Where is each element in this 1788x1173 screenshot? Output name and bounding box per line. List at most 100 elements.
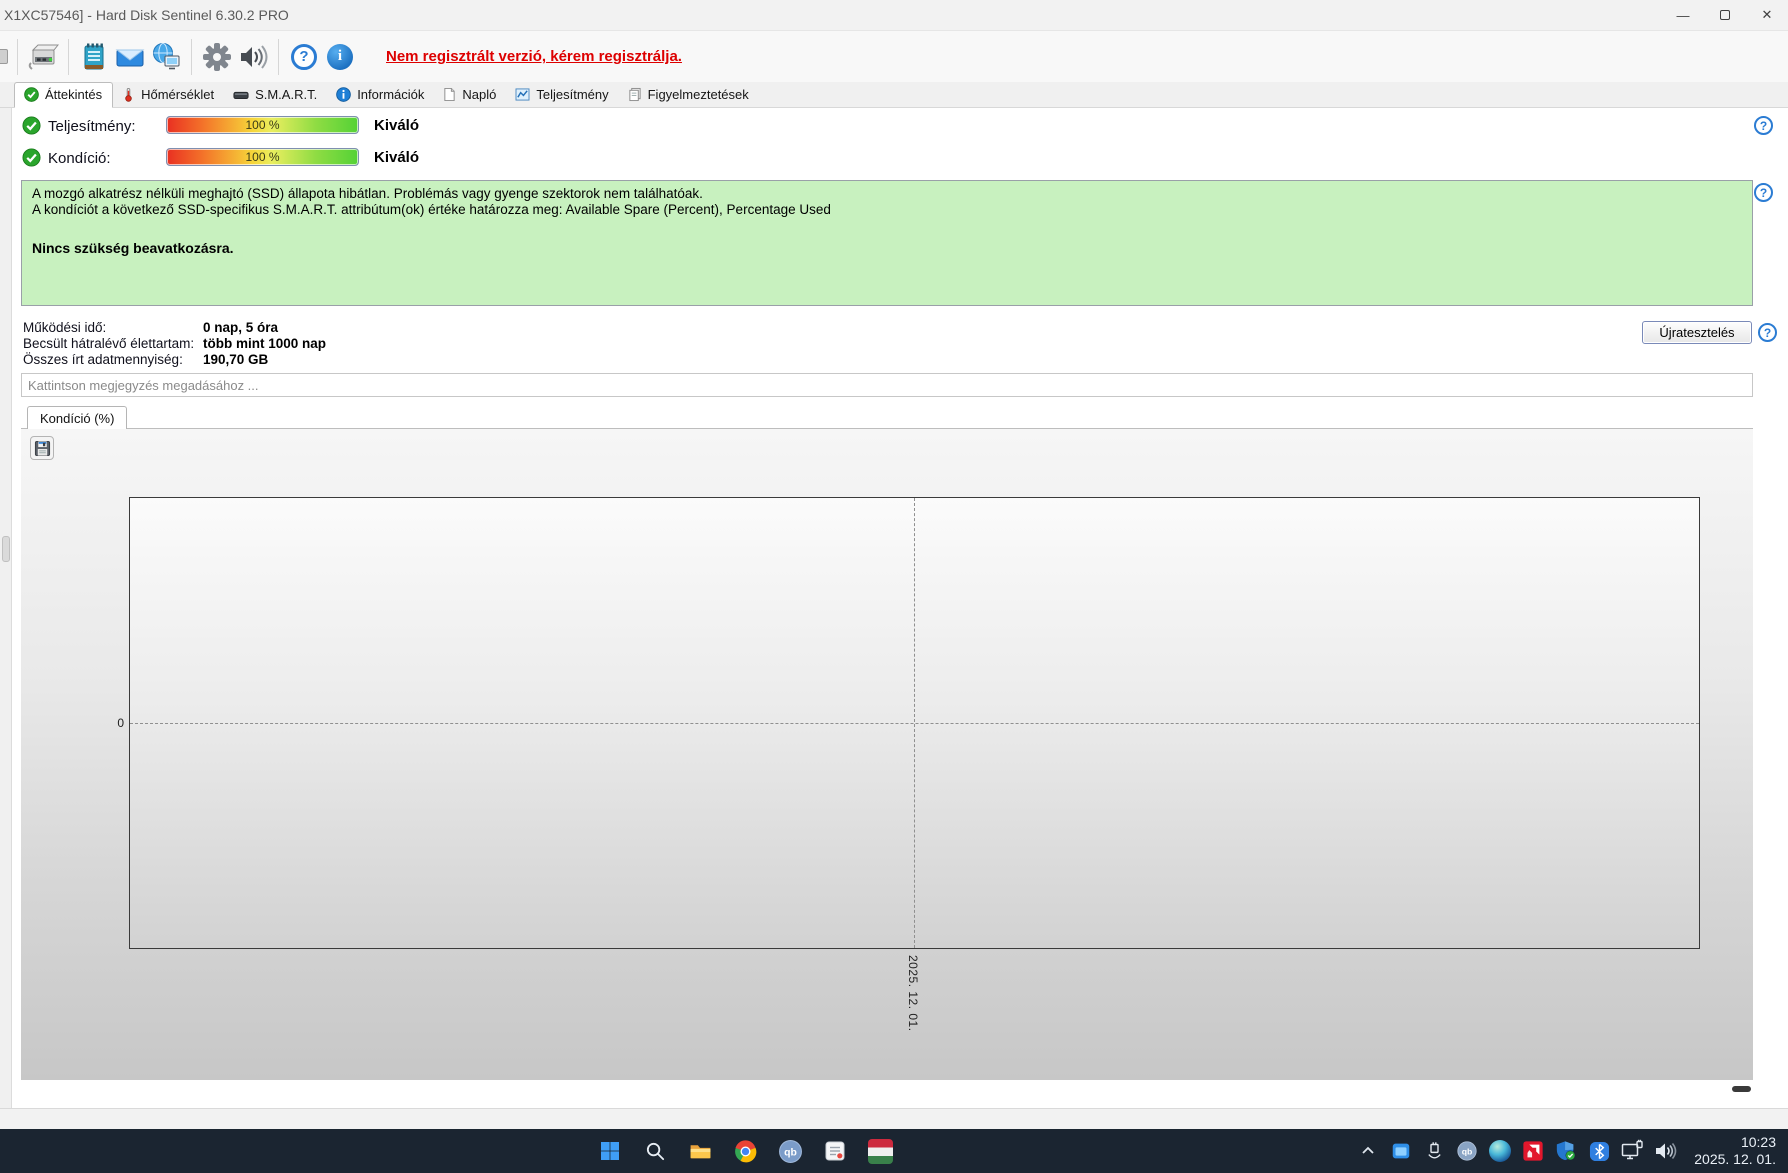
windows-taskbar: qb qb 10:23 2025. 12. 01.	[0, 1129, 1788, 1173]
performance-help-icon[interactable]: ?	[1754, 116, 1773, 135]
tray-swirl-app-button[interactable]	[1488, 1139, 1512, 1163]
maximize-icon	[1720, 10, 1730, 20]
tray-volume-button[interactable]	[1653, 1139, 1677, 1163]
title-bar: X1XC57546] - Hard Disk Sentinel 6.30.2 P…	[0, 0, 1788, 30]
tray-security-button[interactable]	[1554, 1139, 1578, 1163]
tab-homerseklet[interactable]: Hőmérséklet	[113, 83, 224, 107]
retest-help-icon[interactable]: ?	[1758, 323, 1777, 342]
save-graph-button[interactable]	[30, 436, 54, 460]
chrome-icon	[734, 1139, 756, 1162]
folder-icon	[690, 1144, 710, 1158]
file-explorer-button[interactable]	[687, 1138, 713, 1164]
tab-informaciok[interactable]: Információk	[327, 83, 434, 107]
tab-naplo[interactable]: Napló	[434, 83, 506, 107]
tab-teljesitmeny[interactable]: Teljesítmény	[506, 83, 618, 107]
notes-app-button[interactable]	[822, 1138, 848, 1164]
send-mail-button[interactable]	[112, 39, 148, 75]
toolbar-separator	[68, 38, 69, 75]
about-button[interactable]: i	[322, 39, 358, 75]
amd-icon	[1523, 1141, 1543, 1161]
tray-usb-eject-button[interactable]	[1422, 1139, 1446, 1163]
info-row-lifetime: Becsült hátralévő élettartam: több mint …	[23, 335, 327, 351]
graph-scrollbar-thumb[interactable]	[1732, 1086, 1751, 1092]
svg-text:qb: qb	[1462, 1146, 1473, 1156]
log-page-icon	[444, 88, 455, 101]
tab-figyelmeztetesek[interactable]: Figyelmeztetések	[619, 83, 759, 107]
search-icon	[646, 1142, 664, 1160]
info-row-power-on: Működési idő: 0 nap, 5 óra	[23, 319, 279, 335]
taskbar-clock[interactable]: 10:23 2025. 12. 01.	[1694, 1134, 1776, 1168]
tray-bluetooth-button[interactable]	[1587, 1139, 1611, 1163]
drive-info-list: Működési idő: 0 nap, 5 óra Becsült hátra…	[23, 319, 326, 367]
gear-icon	[203, 42, 231, 71]
taskbar-center-icons: qb	[597, 1129, 893, 1173]
hungarian-flag-app-button[interactable]	[867, 1138, 893, 1164]
info-circle-icon	[336, 87, 352, 102]
tray-amd-button[interactable]	[1521, 1139, 1545, 1163]
disk-device-button[interactable]	[25, 39, 61, 75]
performance-label: Teljesítmény:	[48, 118, 136, 135]
main-toolbar: ? i Nem regisztrált verzió, kérem regisz…	[0, 30, 1788, 82]
performance-check-icon	[22, 116, 41, 140]
graph-tab-condition[interactable]: Kondíció (%)	[27, 406, 128, 429]
condition-label: Kondíció:	[48, 150, 111, 167]
network-globe-icon	[153, 42, 180, 69]
notes-app-icon	[825, 1141, 845, 1161]
qbittorrent-tray-icon: qb	[1457, 1141, 1477, 1161]
qbittorrent-button[interactable]: qb	[777, 1138, 803, 1164]
qbittorrent-icon: qb	[778, 1139, 802, 1163]
bluetooth-icon	[1589, 1141, 1609, 1161]
status-message-line1: A mozgó alkatrész nélküli meghajtó (SSD)…	[32, 186, 703, 201]
panel-splitter-handle[interactable]	[2, 536, 10, 562]
status-message-box: A mozgó alkatrész nélküli meghajtó (SSD)…	[21, 180, 1753, 306]
hungarian-flag-icon	[867, 1138, 893, 1164]
report-icon	[84, 43, 104, 69]
performance-meter: 100 %	[166, 116, 359, 134]
gridline-vertical-date	[914, 498, 915, 948]
hdd-icon	[233, 91, 249, 99]
taskbar-tray: qb 10:23 2025. 12. 01.	[1356, 1129, 1776, 1173]
tray-qbittorrent-button[interactable]: qb	[1455, 1139, 1479, 1163]
condition-meter-value: 100 %	[245, 150, 280, 164]
performance-rating: Kiváló	[374, 117, 420, 134]
tray-display-button[interactable]	[1620, 1139, 1644, 1163]
tray-chevron-up-button[interactable]	[1356, 1139, 1380, 1163]
retest-button[interactable]: Újratesztelés	[1642, 321, 1752, 344]
status-message-line2: A kondíciót a következő SSD-specifikus S…	[32, 202, 831, 217]
tray-blue-app-button[interactable]	[1389, 1139, 1413, 1163]
toolbar-separator	[191, 38, 192, 75]
toolbar-separator	[278, 38, 279, 75]
close-button[interactable]: ✕	[1746, 0, 1788, 30]
tab-attekintes[interactable]: Áttekintés	[14, 82, 114, 108]
settings-button[interactable]	[199, 39, 235, 75]
save-floppy-icon	[34, 440, 50, 456]
toolbar-separator	[17, 38, 18, 75]
window-title: X1XC57546] - Hard Disk Sentinel 6.30.2 P…	[4, 7, 289, 23]
page-tabbar: Áttekintés Hőmérséklet S.M.A.R.T. Inform…	[0, 82, 1788, 108]
sounds-button[interactable]	[235, 39, 271, 75]
comment-input[interactable]	[21, 373, 1753, 397]
performance-chart-icon	[515, 88, 530, 101]
blue-app-icon	[1393, 1143, 1410, 1159]
tab-smart[interactable]: S.M.A.R.T.	[224, 83, 327, 107]
y-axis-tick-0: 0	[117, 716, 124, 730]
start-button[interactable]	[597, 1138, 623, 1164]
search-button[interactable]	[642, 1138, 668, 1164]
chrome-button[interactable]	[732, 1138, 758, 1164]
report-button[interactable]	[76, 39, 112, 75]
minimize-button[interactable]: —	[1662, 0, 1704, 30]
monitor-plug-icon	[1622, 1139, 1643, 1160]
graph-panel: 0 2025. 12. 01.	[21, 428, 1753, 1092]
message-help-icon[interactable]: ?	[1754, 183, 1773, 202]
network-button[interactable]	[148, 39, 184, 75]
help-button[interactable]: ?	[286, 39, 322, 75]
disk-device-icon	[28, 44, 59, 70]
condition-rating: Kiváló	[374, 149, 420, 166]
maximize-button[interactable]	[1704, 0, 1746, 30]
window-controls: — ✕	[1662, 0, 1788, 30]
thermometer-icon	[125, 88, 132, 102]
status-advice: Nincs szükség beavatkozásra.	[32, 240, 234, 256]
register-notice-link[interactable]: Nem regisztrált verzió, kérem regisztrál…	[386, 48, 682, 65]
check-circle-icon	[24, 87, 39, 102]
clipped-toolbar-icon[interactable]	[0, 39, 10, 75]
